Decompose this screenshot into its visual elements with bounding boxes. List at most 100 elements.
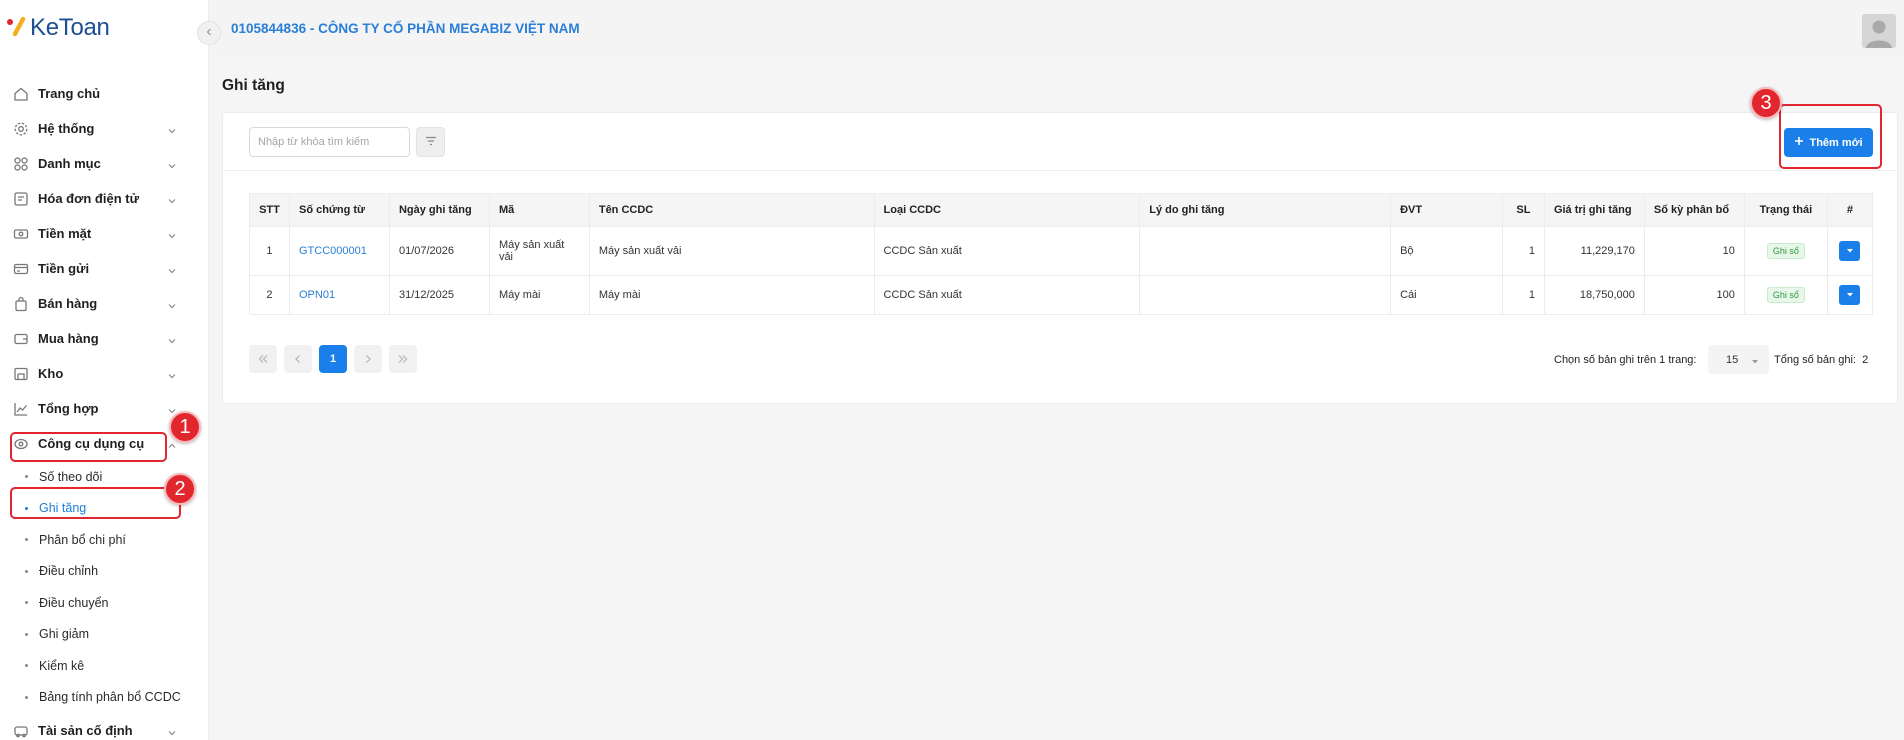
cell-document-link[interactable]: GTCC000001	[288, 226, 390, 276]
last-page-button[interactable]	[389, 345, 417, 373]
bullet-icon	[25, 601, 28, 604]
cell-status: Ghi sổ	[1743, 226, 1828, 276]
bank-icon	[12, 260, 30, 278]
sidebar-item-label: Tài sản cố định	[38, 723, 133, 738]
page-size-select[interactable]: 15	[1708, 345, 1769, 374]
subitem-label: Điều chuyển	[39, 595, 109, 610]
sidebar-item-tien-gui[interactable]: Tiền gửi	[0, 251, 209, 286]
cell-actions	[1826, 226, 1874, 276]
bag-icon	[12, 295, 30, 313]
invoice-icon	[12, 190, 30, 208]
subitem-label: Điều chỉnh	[39, 564, 99, 579]
status-badge: Ghi sổ	[1766, 287, 1805, 303]
sidebar-item-label: Trang chủ	[38, 86, 101, 101]
cell-name: Máy sản xuất vải	[588, 226, 875, 276]
subitem-phan-bo-chi-phi[interactable]: Phân bổ chi phí	[0, 524, 209, 556]
add-new-label: Thêm mới	[1809, 136, 1863, 149]
sidebar-item-label: Kho	[38, 366, 64, 381]
company-name[interactable]: 0105844836 - CÔNG TY CỔ PHẦN MEGABIZ VIỆ…	[231, 21, 580, 36]
sidebar-item-hoa-don[interactable]: Hóa đơn điện tử	[0, 181, 209, 216]
chevron-down-icon	[167, 123, 177, 141]
chevron-left-icon	[204, 24, 214, 42]
sidebar-item-label: Tổng hợp	[38, 401, 99, 416]
first-page-button[interactable]	[249, 345, 277, 373]
total-label: Tổng số bản ghi:	[1774, 354, 1856, 366]
chevron-right-icon	[366, 355, 371, 363]
content-card: Thêm mới STT Số chứng từ Ngày ghi tăng M…	[222, 112, 1898, 404]
cell-document-link[interactable]: OPN01	[288, 275, 390, 315]
logo-text: KeToan	[30, 14, 110, 41]
page-button-current[interactable]: 1	[319, 345, 347, 373]
sidebar-item-trang-chu[interactable]: Trang chủ	[0, 76, 209, 111]
cell-reason	[1139, 226, 1392, 276]
home-icon	[12, 85, 30, 103]
row-action-button[interactable]	[1839, 285, 1861, 305]
bullet-icon	[25, 632, 28, 636]
sidebar-item-tien-mat[interactable]: Tiền mặt	[0, 216, 209, 251]
double-chevron-right-icon	[398, 355, 408, 363]
subitem-kiem-ke[interactable]: Kiểm kê	[0, 650, 209, 682]
add-new-button[interactable]: Thêm mới	[1784, 128, 1873, 157]
bullet-icon	[25, 506, 28, 510]
search-input[interactable]	[249, 127, 410, 157]
subitem-label: Bảng tính phân bổ CCDC	[39, 690, 181, 705]
subitem-dieu-chinh[interactable]: Điều chỉnh	[0, 556, 209, 588]
row-action-button[interactable]	[1839, 241, 1861, 261]
total-records: Tổng số bản ghi: 2	[1774, 354, 1868, 366]
sidebar-item-label: Tiền gửi	[38, 261, 90, 276]
bullet-icon	[25, 475, 28, 478]
subitem-ghi-giam[interactable]: Ghi giảm	[0, 619, 209, 651]
sidebar-item-label: Mua hàng	[38, 331, 99, 346]
cell-qty: 1	[1501, 275, 1545, 315]
plus-icon	[1794, 136, 1804, 149]
subitem-label: Kiểm kê	[39, 658, 85, 673]
sidebar-item-mua-hang[interactable]: Mua hàng	[0, 321, 209, 356]
sidebar-item-kho[interactable]: Kho	[0, 356, 209, 391]
grid-icon	[12, 155, 30, 173]
sidebar-item-label: Tiền mặt	[38, 226, 92, 241]
column-header: STT	[249, 193, 290, 227]
cell-periods: 100	[1643, 275, 1745, 315]
sidebar-item-he-thong[interactable]: Hệ thống	[0, 111, 209, 146]
subitem-dieu-chuyen[interactable]: Điều chuyển	[0, 587, 209, 619]
column-header: ĐVT	[1390, 193, 1503, 227]
cell-stt: 2	[249, 275, 290, 315]
sidebar-item-danh-muc[interactable]: Danh mục	[0, 146, 209, 181]
table-row[interactable]: 1 GTCC000001 01/07/2026 Máy sản xuất vải…	[249, 226, 1874, 276]
sidebar-item-label: Danh mục	[38, 156, 101, 171]
chevron-down-icon	[167, 298, 177, 316]
cell-code: Máy mài	[488, 275, 590, 315]
warehouse-icon	[12, 365, 30, 383]
cell-type: CCDC Sản xuất	[873, 226, 1141, 276]
chevron-down-icon	[167, 368, 177, 386]
table-row[interactable]: 2 OPN01 31/12/2025 Máy mài Máy mài CCDC …	[249, 275, 1874, 315]
data-table: STT Số chứng từ Ngày ghi tăng Mã Tên CCD…	[249, 193, 1874, 315]
page-size-value: 15	[1726, 353, 1739, 366]
next-page-button[interactable]	[354, 345, 382, 373]
avatar[interactable]	[1862, 14, 1896, 48]
prev-page-button[interactable]	[284, 345, 312, 373]
cart-icon	[12, 330, 30, 348]
page-title: Ghi tăng	[222, 77, 285, 94]
caret-down-icon	[1751, 356, 1759, 368]
cell-stt: 1	[249, 226, 290, 276]
subitem-bang-tinh-phan-bo[interactable]: Bảng tính phân bổ CCDC	[0, 682, 209, 714]
sidebar-item-tai-san-co-dinh[interactable]: Tài sản cố định	[0, 713, 209, 740]
divider	[223, 170, 1897, 171]
sidebar-collapse-button[interactable]	[197, 21, 221, 45]
total-value: 2	[1862, 354, 1869, 366]
table-header-row: STT Số chứng từ Ngày ghi tăng Mã Tên CCD…	[249, 193, 1874, 227]
app-logo[interactable]: KeToan	[6, 14, 110, 42]
logo-mark-icon	[6, 16, 28, 40]
cell-status: Ghi sổ	[1743, 275, 1828, 315]
filter-button[interactable]	[416, 127, 445, 157]
sidebar-item-ban-hang[interactable]: Bán hàng	[0, 286, 209, 321]
column-header: Số kỳ phân bổ	[1643, 193, 1745, 227]
column-header: SL	[1501, 193, 1545, 227]
sidebar-item-label: Công cụ dụng cụ	[38, 436, 145, 451]
step-badge-3: 3	[1750, 87, 1782, 119]
chevron-left-icon	[295, 355, 300, 363]
sidebar-menu: Trang chủ Hệ thống Danh mục Hóa đơn điện…	[0, 76, 209, 740]
step-badge-1: 1	[169, 411, 201, 443]
subitem-label: Số theo dõi	[39, 469, 103, 484]
